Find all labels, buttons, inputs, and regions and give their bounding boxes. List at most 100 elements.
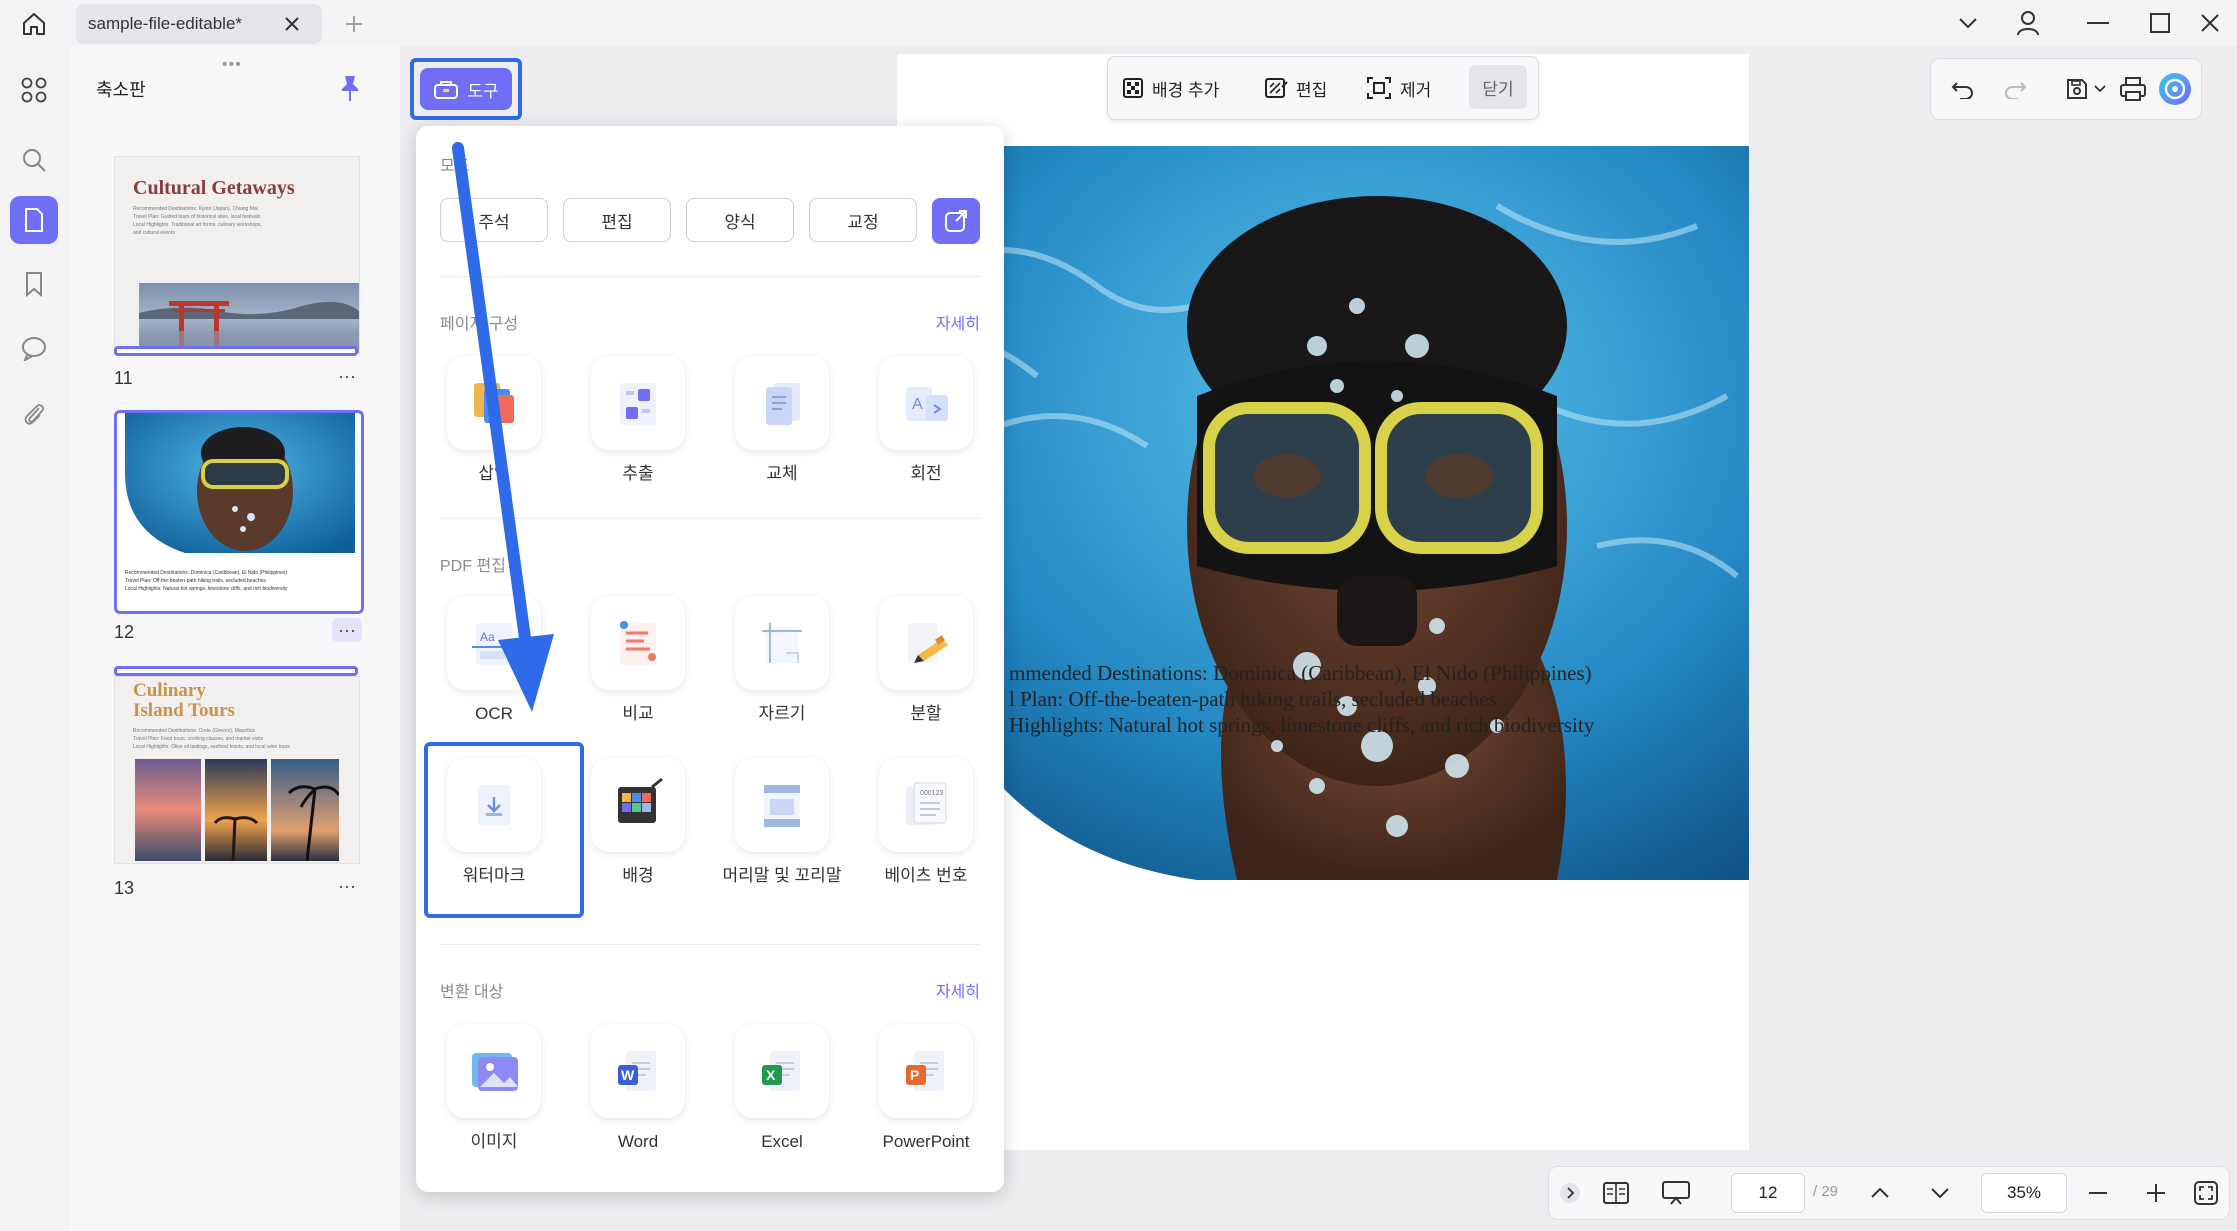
tool-bates-number[interactable]: 000123 베이츠 번호 — [858, 758, 994, 898]
edit-background-button[interactable]: 편집 — [1264, 71, 1327, 105]
open-external-icon[interactable] — [932, 198, 980, 244]
thumbnail-page-12[interactable]: Recommended Destinations: Dominica (Cari… — [114, 410, 364, 614]
zoom-out-icon[interactable] — [2081, 1177, 2115, 1209]
torii-gate-image — [139, 283, 359, 353]
bottom-navigation: 12 / 29 35% — [1548, 1166, 2230, 1220]
document-tab[interactable]: sample-file-editable* — [76, 4, 322, 44]
thumbnail-more-button[interactable]: ··· — [332, 364, 362, 388]
sunset-palm-image — [135, 759, 339, 861]
page-number-input[interactable]: 12 — [1731, 1173, 1805, 1213]
close-tab-icon[interactable] — [280, 12, 304, 36]
thumbnail-selection-bar — [114, 346, 358, 356]
tool-convert-excel[interactable]: X Excel — [714, 1024, 850, 1164]
toolbox-icon — [433, 78, 459, 100]
tool-button-label: 도구 — [467, 81, 499, 101]
thumbnails-icon[interactable] — [10, 196, 58, 244]
chevron-down-icon[interactable] — [1948, 6, 1988, 40]
add-background-button[interactable]: 배경 추가 — [1122, 71, 1219, 105]
diver-photo — [897, 146, 1749, 880]
section-divider — [440, 944, 980, 945]
drag-handle[interactable]: ••• — [222, 56, 242, 74]
remove-frame-icon — [1367, 77, 1391, 99]
header-footer-icon — [735, 758, 829, 852]
ai-assistant-icon[interactable] — [2157, 71, 2193, 107]
svg-text:W: W — [621, 1067, 635, 1083]
thumbnail-number: 12 — [114, 622, 135, 642]
category-proofread-button[interactable]: 교정 — [809, 198, 917, 242]
document-text-line: l Plan: Off-the-beaten-path hiking trail… — [1009, 687, 1497, 711]
category-edit-button[interactable]: 편집 — [563, 198, 671, 242]
tool-button[interactable]: 도구 — [420, 68, 512, 110]
thumbnail-text: Recommended Destinations: Kyoto (Japan),… — [133, 206, 262, 236]
next-page-icon[interactable] — [1923, 1177, 1957, 1209]
extract-page-icon — [591, 356, 685, 450]
tool-rotate[interactable]: A 회전 — [858, 356, 994, 496]
thumbnail-heading: Culinary Island Tours — [133, 680, 235, 721]
tool-extract[interactable]: 추출 — [570, 356, 706, 496]
thumbnail-page-11[interactable]: Cultural Getaways Recommended Destinatio… — [114, 156, 360, 354]
compare-icon — [591, 596, 685, 690]
tool-split[interactable]: 분할 — [858, 596, 994, 736]
excel-icon: X — [735, 1024, 829, 1118]
comment-icon[interactable] — [10, 324, 58, 372]
pin-icon[interactable] — [338, 74, 362, 102]
bookmark-icon[interactable] — [10, 260, 58, 308]
fit-page-icon[interactable] — [2189, 1177, 2223, 1209]
convert-more-link[interactable]: 자세히 — [936, 978, 980, 1002]
redo-icon[interactable] — [1997, 71, 2033, 107]
maximize-icon[interactable] — [2140, 6, 2180, 40]
tool-convert-word[interactable]: W Word — [570, 1024, 706, 1164]
title-bar: sample-file-editable* — [0, 0, 2237, 46]
thumbnail-panel: ••• 축소판 Cultural Getaways Recommended De… — [70, 46, 401, 1231]
powerpoint-icon: P — [879, 1024, 973, 1118]
tool-replace[interactable]: 교체 — [714, 356, 850, 496]
zoom-level[interactable]: 35% — [1981, 1173, 2067, 1213]
pdf-page[interactable]: mmended Destinations: Dominica (Caribbea… — [897, 54, 1749, 1150]
total-pages: / 29 — [1813, 1183, 1839, 1200]
undo-icon[interactable] — [1945, 71, 1981, 107]
remove-background-button[interactable]: 제거 — [1366, 71, 1431, 105]
zoom-in-icon[interactable] — [2139, 1177, 2173, 1209]
tool-compare[interactable]: 비교 — [570, 596, 706, 736]
save-dropdown-icon[interactable] — [2091, 71, 2109, 107]
bates-number-icon: 000123 — [879, 758, 973, 852]
tool-header-footer[interactable]: 머리말 및 꼬리말 — [714, 758, 850, 898]
app-grid-icon[interactable] — [10, 66, 58, 114]
save-icon[interactable] — [2059, 71, 2095, 107]
previous-page-icon[interactable] — [1863, 1177, 1897, 1209]
thumbnail-heading: Cultural Getaways — [133, 177, 295, 199]
close-window-icon[interactable] — [2190, 6, 2230, 40]
split-icon — [879, 596, 973, 690]
account-icon[interactable] — [2008, 6, 2048, 40]
svg-text:P: P — [910, 1067, 919, 1083]
tool-convert-powerpoint[interactable]: P PowerPoint — [858, 1024, 994, 1164]
expand-nav-icon[interactable] — [1557, 1177, 1583, 1209]
search-icon[interactable] — [10, 136, 58, 184]
tool-background[interactable]: 배경 — [570, 758, 706, 898]
presentation-icon[interactable] — [1659, 1177, 1693, 1209]
rotate-page-icon: A — [879, 356, 973, 450]
new-tab-icon[interactable] — [340, 10, 368, 38]
background-toolbar: 배경 추가 편집 제거 닫기 — [1107, 56, 1539, 120]
thumbnail-more-button[interactable]: ··· — [332, 874, 362, 898]
attachment-icon[interactable] — [10, 390, 58, 438]
edit-pattern-icon — [1265, 78, 1288, 98]
svg-text:000123: 000123 — [920, 790, 943, 797]
page-org-more-link[interactable]: 자세히 — [936, 310, 980, 334]
category-form-button[interactable]: 양식 — [686, 198, 794, 242]
thumbnail-more-button[interactable]: ··· — [332, 618, 362, 642]
thumbnail-page-13[interactable]: Culinary Island Tours Recommended Destin… — [114, 676, 360, 864]
tool-convert-image[interactable]: 이미지 — [426, 1024, 562, 1164]
replace-page-icon — [735, 356, 829, 450]
svg-text:X: X — [766, 1067, 776, 1083]
print-icon[interactable] — [2115, 71, 2151, 107]
close-toolbar-button[interactable]: 닫기 — [1469, 65, 1527, 109]
thumbnail-selection-bar — [114, 666, 358, 676]
home-icon[interactable] — [14, 6, 54, 42]
page-layout-icon[interactable] — [1599, 1177, 1633, 1209]
tool-crop[interactable]: 자르기 — [714, 596, 850, 736]
right-toolbar — [1930, 58, 2202, 120]
svg-text:A: A — [912, 396, 923, 413]
minimize-icon[interactable] — [2078, 6, 2118, 40]
document-text-line: mmended Destinations: Dominica (Caribbea… — [1009, 661, 1592, 685]
